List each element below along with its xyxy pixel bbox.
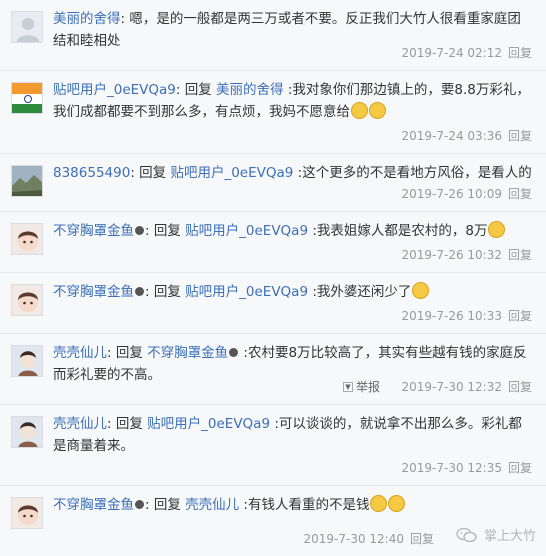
reply-button[interactable]: 回复	[508, 380, 532, 394]
watermark: 掌上大竹	[456, 525, 536, 544]
reply-prefix: : 回复	[145, 223, 186, 239]
username-link[interactable]: 838655490	[53, 165, 130, 181]
comment-meta: 2019-7-26 10:33 回复	[401, 307, 532, 324]
comment-body: :我外婆还闲少了	[308, 284, 412, 300]
watermark-text: 掌上大竹	[483, 529, 536, 544]
badge-dot-icon	[135, 500, 144, 509]
comment-body: :我表姐嫁人都是农村的，8万	[308, 223, 488, 239]
reply-button[interactable]: 回复	[508, 46, 532, 60]
child-avatar[interactable]	[11, 497, 43, 529]
comment-text: 不穿胸罩金鱼 : 回复 贴吧用户_0eEVQa9 :我外婆还闲少了	[53, 281, 532, 303]
comment-text: 838655490: 回复 贴吧用户_0eEVQa9 :这个更多的不是看地方风俗…	[53, 162, 532, 184]
badge-dot-icon	[135, 287, 144, 296]
username-link[interactable]: 美丽的舍得	[53, 11, 121, 27]
comment-body: :这个更多的不是看地方风俗，是看人的	[293, 165, 532, 181]
username-link[interactable]: 不穿胸罩金鱼	[53, 497, 134, 513]
comment-meta: 2019-7-24 03:36 回复	[401, 127, 532, 144]
timestamp: 2019-7-26 10:32	[401, 248, 502, 262]
reply-prefix: : 回复	[145, 284, 186, 300]
username-link[interactable]: 不穿胸罩金鱼	[53, 223, 134, 239]
timestamp: 2019-7-30 12:40	[303, 532, 404, 546]
comment-text: 贴吧用户_0eEVQa9: 回复 美丽的舍得 :我对象你们那边镇上的，要8.8万…	[53, 79, 532, 123]
reply-prefix: : 回复	[107, 345, 148, 361]
reply-button[interactable]: 回复	[508, 309, 532, 323]
smiley-emoji-icon	[388, 495, 406, 512]
reply-prefix: : 回复	[175, 82, 217, 98]
timestamp: 2019-7-30 12:35	[401, 461, 502, 475]
reply-prefix: : 回复	[107, 416, 148, 432]
comment-list: 美丽的舍得: 嗯，是的一般都是两三万或者不要。反正我们大竹人很看重家庭团结和睦相…	[0, 0, 546, 556]
reply-target-link[interactable]: 贴吧用户_0eEVQa9	[185, 223, 308, 239]
username-link[interactable]: 贴吧用户_0eEVQa9	[53, 82, 176, 98]
smiley-emoji-icon	[488, 221, 506, 238]
comment-meta: 2019-7-30 12:35 回复	[401, 459, 532, 476]
comment-text: 不穿胸罩金鱼 : 回复 壳壳仙儿 :有钱人看重的不是钱	[53, 494, 532, 516]
timestamp: 2019-7-24 03:36	[401, 129, 502, 143]
report-button[interactable]: ▼ 举报	[343, 378, 380, 395]
wechat-icon	[456, 527, 477, 542]
badge-dot-icon	[135, 226, 144, 235]
comment-row: 不穿胸罩金鱼 : 回复 壳壳仙儿 :有钱人看重的不是钱 2019-7-30 12:…	[0, 486, 546, 556]
timestamp: 2019-7-30 12:32	[401, 380, 502, 394]
child-avatar[interactable]	[11, 284, 43, 316]
comment-row: 壳壳仙儿: 回复 贴吧用户_0eEVQa9 :可以谈谈的，就说拿不出那么多。彩礼…	[0, 405, 546, 486]
reply-target-link[interactable]: 美丽的舍得	[216, 82, 284, 98]
comment-row: 不穿胸罩金鱼 : 回复 贴吧用户_0eEVQa9 :我表姐嫁人都是农村的，8万 2…	[0, 212, 546, 273]
reply-button[interactable]: 回复	[508, 461, 532, 475]
cartoon-avatar[interactable]	[11, 345, 43, 377]
comment-body: :有钱人看重的不是钱	[239, 497, 370, 513]
comment-meta: 2019-7-26 10:09 回复	[401, 185, 532, 202]
reply-target-link[interactable]: 壳壳仙儿	[185, 497, 239, 513]
username-link[interactable]: 壳壳仙儿	[53, 345, 107, 361]
comment-row: 不穿胸罩金鱼 : 回复 贴吧用户_0eEVQa9 :我外婆还闲少了 2019-7-…	[0, 273, 546, 334]
timestamp: 2019-7-26 10:09	[401, 187, 502, 201]
comment-meta: 2019-7-30 12:40 回复	[303, 530, 434, 547]
cartoon-avatar[interactable]	[11, 416, 43, 448]
timestamp: 2019-7-26 10:33	[401, 309, 502, 323]
reply-target-link[interactable]: 贴吧用户_0eEVQa9	[147, 416, 270, 432]
comment-row: 壳壳仙儿: 回复 不穿胸罩金鱼 :农村要8万比较高了，其实有些越有钱的家庭反而彩…	[0, 334, 546, 405]
report-label: 举报	[356, 380, 381, 394]
smiley-emoji-icon	[351, 102, 368, 119]
dropdown-arrow-icon: ▼	[343, 381, 353, 392]
comment-row: 美丽的舍得: 嗯，是的一般都是两三万或者不要。反正我们大竹人很看重家庭团结和睦相…	[0, 0, 546, 71]
default-avatar[interactable]	[11, 11, 43, 43]
landscape-avatar[interactable]	[11, 165, 43, 197]
comment-meta: 2019-7-30 12:32 回复	[401, 378, 532, 395]
reply-target-link[interactable]: 不穿胸罩金鱼	[147, 345, 228, 361]
reply-target-link[interactable]: 贴吧用户_0eEVQa9	[185, 284, 308, 300]
smiley-emoji-icon	[412, 282, 430, 299]
reply-button[interactable]: 回复	[410, 532, 434, 546]
comment-row: 838655490: 回复 贴吧用户_0eEVQa9 :这个更多的不是看地方风俗…	[0, 154, 546, 212]
smiley-emoji-icon	[370, 495, 388, 512]
comment-meta: 2019-7-24 02:12 回复	[401, 44, 532, 61]
badge-dot-icon	[229, 348, 239, 357]
reply-target-link[interactable]: 贴吧用户_0eEVQa9	[170, 165, 293, 181]
username-link[interactable]: 不穿胸罩金鱼	[53, 284, 134, 300]
reply-prefix: : 回复	[130, 165, 171, 181]
comment-meta: 2019-7-26 10:32 回复	[401, 246, 532, 263]
comment-row: 贴吧用户_0eEVQa9: 回复 美丽的舍得 :我对象你们那边镇上的，要8.8万…	[0, 71, 546, 154]
reply-button[interactable]: 回复	[508, 248, 532, 262]
timestamp: 2019-7-24 02:12	[401, 46, 502, 60]
india-flag-avatar[interactable]	[11, 82, 43, 114]
reply-prefix: : 回复	[145, 497, 186, 513]
child-avatar[interactable]	[11, 223, 43, 255]
reply-button[interactable]: 回复	[508, 129, 532, 143]
smiley-emoji-icon	[369, 102, 386, 119]
username-link[interactable]: 壳壳仙儿	[53, 416, 107, 432]
comment-text: 不穿胸罩金鱼 : 回复 贴吧用户_0eEVQa9 :我表姐嫁人都是农村的，8万	[53, 220, 532, 242]
comment-text: 壳壳仙儿: 回复 贴吧用户_0eEVQa9 :可以谈谈的，就说拿不出那么多。彩礼…	[53, 413, 532, 457]
reply-button[interactable]: 回复	[508, 187, 532, 201]
